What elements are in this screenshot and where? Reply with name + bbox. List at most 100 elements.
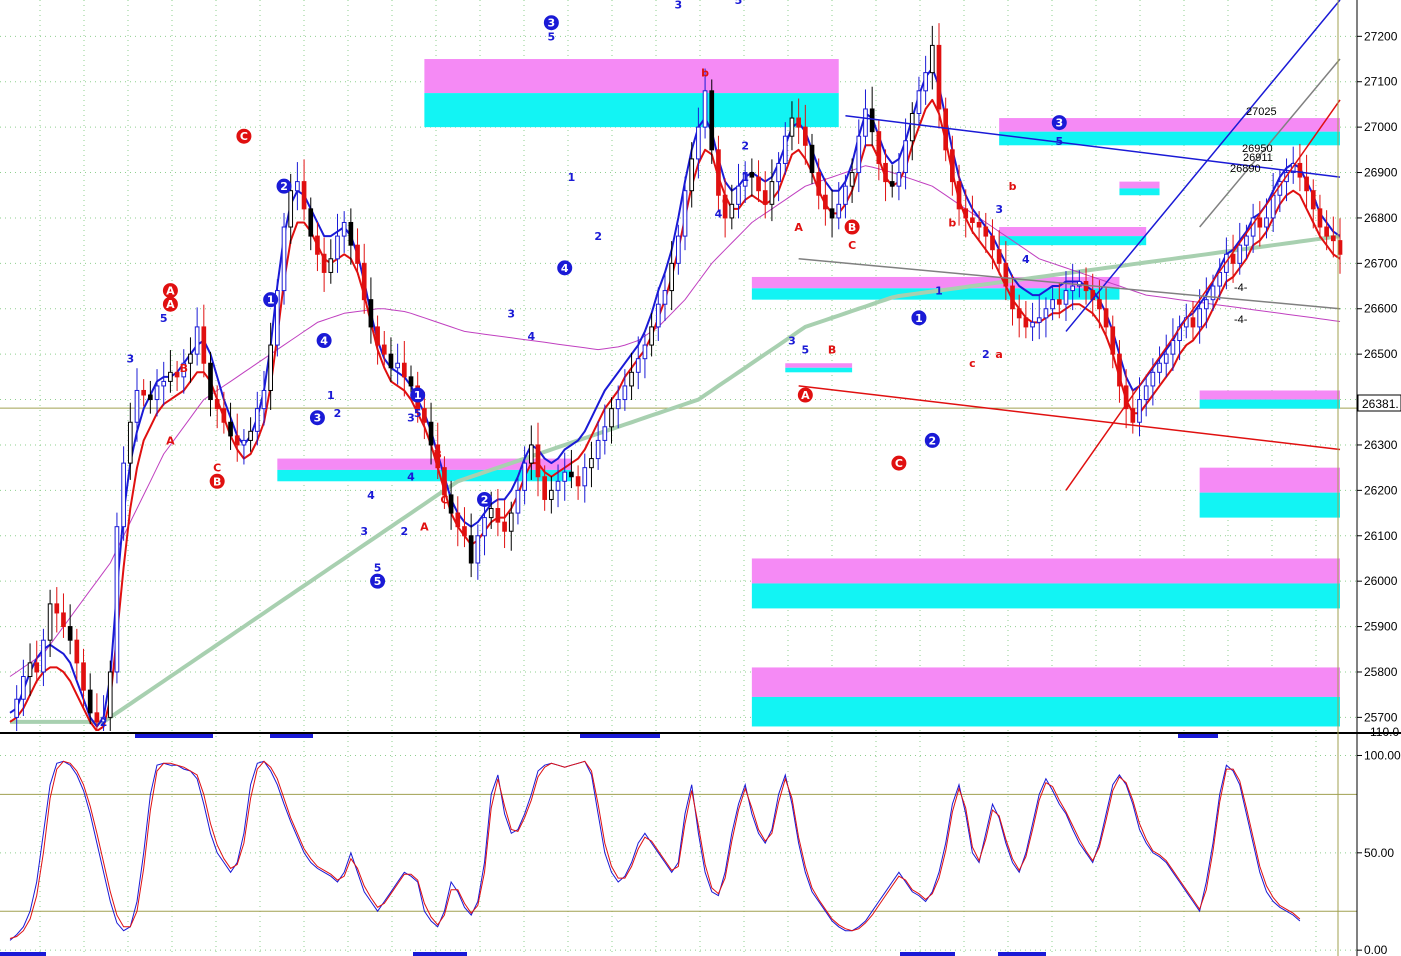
candle-body xyxy=(134,389,140,423)
candle-body xyxy=(408,376,414,387)
candle-body xyxy=(575,476,581,487)
candle-body xyxy=(943,108,949,151)
candle-body xyxy=(622,385,628,401)
price-tick-label: 26100 xyxy=(1364,529,1398,543)
wave-label-text: 1 xyxy=(414,389,422,402)
candle-body xyxy=(194,326,200,355)
wave-label-text: 5 xyxy=(548,30,556,43)
wave-label-text: 5 xyxy=(414,407,422,420)
candle-body xyxy=(970,217,975,223)
osc-tick-label: 100.00 xyxy=(1364,748,1401,762)
wave-label-text: 4 xyxy=(527,330,535,343)
candle-body xyxy=(355,244,360,264)
wave-label-text: 1 xyxy=(915,312,923,325)
wave-label-text: A xyxy=(420,521,429,534)
candle-body xyxy=(188,353,193,364)
zone-cyan xyxy=(1119,188,1160,196)
candle-body xyxy=(74,639,80,664)
candle-body xyxy=(1324,226,1329,237)
osc-tick-label: 50.00 xyxy=(1364,846,1394,860)
candle-body xyxy=(689,158,695,192)
candle-body xyxy=(468,535,474,564)
candle-body xyxy=(655,303,661,328)
candle-body xyxy=(629,371,634,387)
candle-body xyxy=(843,185,848,205)
candle-body xyxy=(161,380,167,387)
candle-body xyxy=(47,603,53,641)
wave-label-text: a xyxy=(995,348,1002,361)
wave-label-text: C xyxy=(440,493,448,506)
zone-magenta xyxy=(785,363,853,368)
price-tick-label: 25800 xyxy=(1364,665,1398,679)
candle-body xyxy=(609,408,614,428)
price-tick-label: 26500 xyxy=(1364,347,1398,361)
candle-body xyxy=(1297,162,1303,178)
wave-label-text: 3 xyxy=(788,335,796,348)
candle-body xyxy=(395,362,400,369)
zone-magenta xyxy=(1119,181,1160,189)
candle-body xyxy=(422,408,427,423)
wave-label-text: 3 xyxy=(1055,117,1063,130)
candle-body xyxy=(956,181,962,210)
candle-body xyxy=(1203,299,1209,310)
candle-body xyxy=(241,439,247,446)
candle-body xyxy=(756,176,761,192)
wave-label-text: c xyxy=(969,357,976,370)
candle-body xyxy=(782,135,788,164)
candle-body xyxy=(502,521,507,532)
candle-body xyxy=(1157,362,1162,373)
candle-body xyxy=(929,44,935,74)
candle-body xyxy=(950,149,955,183)
candle-body xyxy=(1010,285,1015,310)
candle-body xyxy=(889,181,895,187)
oscillator-top-label: 110.0 xyxy=(1370,725,1399,739)
candle-body xyxy=(1244,235,1249,246)
zone-magenta xyxy=(999,227,1147,237)
wave-label-text: B xyxy=(828,344,836,357)
candle-body xyxy=(569,471,574,478)
wave-label-text: 2 xyxy=(334,407,342,420)
price-tick-label: 27000 xyxy=(1364,120,1398,134)
candle-body xyxy=(802,126,808,146)
candle-body xyxy=(228,421,233,437)
candle-body xyxy=(669,262,674,292)
wave-label-text: 2 xyxy=(982,348,990,361)
candle-body xyxy=(849,172,855,187)
marker-8 xyxy=(998,952,1046,956)
candle-body xyxy=(248,430,253,441)
candle-body xyxy=(168,371,173,382)
zone-magenta xyxy=(1199,390,1340,400)
current-price-label: 26381. xyxy=(1362,397,1399,411)
candle-body xyxy=(776,162,781,183)
candle-body xyxy=(976,221,982,228)
candle-body xyxy=(823,194,828,210)
wave-label-text: 3 xyxy=(126,353,134,366)
wave-label-text: A xyxy=(794,221,803,234)
oscillator-series-blue xyxy=(9,760,1301,941)
wave-label-text: 2 xyxy=(481,493,489,506)
candle-body xyxy=(936,44,942,110)
candle-body xyxy=(141,389,147,396)
wave-label-text: b xyxy=(1009,180,1017,193)
zone-magenta xyxy=(751,667,1340,697)
candle-body xyxy=(114,526,120,673)
wave-label-text: 4 xyxy=(561,262,569,275)
candle-body xyxy=(702,90,708,128)
wave-label-text: 3 xyxy=(314,412,322,425)
candle-body xyxy=(1063,290,1069,305)
candle-body xyxy=(148,394,153,401)
zone-label-1: -4- xyxy=(1234,282,1248,294)
candle-body xyxy=(1043,308,1049,319)
zone-cyan xyxy=(1199,399,1340,409)
candle-body xyxy=(1003,262,1009,287)
wave-label-text: C xyxy=(213,462,221,475)
candle-body xyxy=(107,671,113,718)
candle-body xyxy=(1030,321,1035,328)
wave-label-text: B xyxy=(180,362,188,375)
candle-body xyxy=(41,639,46,673)
candle-body xyxy=(649,326,654,346)
candle-body xyxy=(214,399,220,410)
candle-body xyxy=(535,444,541,478)
candle-body xyxy=(762,190,768,205)
zone-magenta xyxy=(424,59,839,94)
